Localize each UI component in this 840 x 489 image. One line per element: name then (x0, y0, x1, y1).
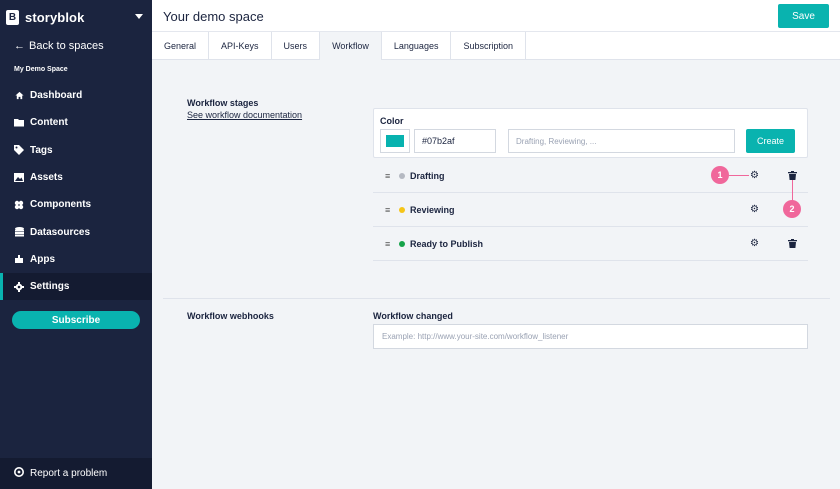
brand[interactable]: B storyblok (0, 0, 152, 34)
stage-row[interactable]: ≡ Drafting ⚙ (373, 159, 808, 193)
image-icon (14, 173, 24, 183)
marker-connector (729, 175, 749, 176)
section-divider (163, 298, 830, 299)
stage-name: Ready to Publish (410, 238, 484, 249)
tab-workflow[interactable]: Workflow (320, 32, 382, 60)
trash-icon[interactable] (788, 171, 797, 180)
folder-icon (14, 118, 24, 128)
components-icon (14, 200, 24, 210)
workflow-stages-title: Workflow stages (187, 98, 259, 108)
sidebar-item-tags[interactable]: Tags (0, 137, 152, 164)
webhook-url-input[interactable] (373, 324, 808, 349)
sidebar-item-datasources[interactable]: Datasources (0, 218, 152, 245)
workflow-documentation-link[interactable]: See workflow documentation (187, 110, 302, 120)
marker-connector (792, 180, 793, 201)
color-picker[interactable] (380, 129, 410, 153)
gear-icon[interactable]: ⚙ (750, 204, 759, 215)
header: Your demo space Save (152, 0, 840, 32)
report-label: Report a problem (30, 468, 108, 479)
create-button[interactable]: Create (746, 129, 795, 153)
apps-icon (14, 254, 24, 264)
home-icon (14, 91, 24, 101)
stage-color-dot (399, 172, 405, 179)
help-circle-icon (14, 467, 24, 480)
settings-tabs: General API-Keys Users Workflow Language… (152, 32, 840, 60)
stage-color-dot (399, 240, 405, 247)
tab-api-keys[interactable]: API-Keys (209, 32, 272, 60)
sidebar-item-label: Datasources (30, 226, 91, 238)
stage-row[interactable]: ≡ Ready to Publish ⚙ (373, 227, 808, 261)
sidebar: B storyblok ← Back to spaces My Demo Spa… (0, 0, 152, 489)
drag-handle-icon[interactable]: ≡ (385, 205, 390, 215)
color-hex-field[interactable]: #07b2af (414, 129, 496, 153)
tab-subscription[interactable]: Subscription (451, 32, 526, 60)
tab-general[interactable]: General (152, 32, 210, 60)
tab-users[interactable]: Users (272, 32, 321, 60)
chevron-down-icon[interactable] (135, 14, 143, 19)
trash-icon[interactable] (788, 239, 797, 248)
new-stage-card: Color #07b2af Create (373, 108, 808, 158)
space-name: My Demo Space (14, 66, 68, 73)
callout-marker: 2 (783, 200, 801, 218)
database-icon (14, 227, 24, 237)
gear-icon (14, 281, 24, 292)
sidebar-item-label: Components (30, 199, 92, 211)
page-title: Your demo space (163, 9, 264, 24)
drag-handle-icon[interactable]: ≡ (385, 239, 390, 249)
subscribe-button[interactable]: Subscribe (12, 311, 140, 329)
back-label: Back to spaces (29, 40, 104, 52)
color-swatch (386, 135, 404, 147)
sidebar-item-content[interactable]: Content (0, 109, 152, 136)
sidebar-item-components[interactable]: Components (0, 191, 152, 218)
workflow-changed-label: Workflow changed (373, 311, 453, 321)
stage-name-input[interactable] (508, 129, 735, 153)
sidebar-item-label: Tags (30, 144, 53, 156)
gear-icon[interactable]: ⚙ (750, 238, 759, 249)
brand-name: storyblok (25, 9, 85, 25)
sidebar-item-label: Dashboard (30, 90, 83, 102)
workflow-webhooks-title: Workflow webhooks (187, 311, 274, 321)
save-button[interactable]: Save (778, 4, 829, 28)
sidebar-nav: Dashboard Content Tags Assets Components (0, 82, 152, 301)
arrow-left-icon: ← (14, 40, 25, 52)
callout-marker: 1 (711, 166, 729, 184)
sidebar-item-label: Settings (30, 281, 70, 293)
sidebar-item-assets[interactable]: Assets (0, 164, 152, 191)
sidebar-item-label: Content (30, 117, 68, 129)
storyblok-logo-icon: B (6, 9, 19, 25)
sidebar-item-label: Assets (30, 172, 63, 184)
sidebar-item-label: Apps (30, 253, 55, 265)
color-label: Color (380, 116, 404, 126)
stage-name: Drafting (410, 170, 445, 181)
sidebar-item-apps[interactable]: Apps (0, 246, 152, 273)
back-to-spaces-link[interactable]: ← Back to spaces (14, 40, 104, 52)
stage-name: Reviewing (410, 204, 455, 215)
stage-color-dot (399, 206, 405, 213)
drag-handle-icon[interactable]: ≡ (385, 171, 390, 181)
tab-languages[interactable]: Languages (382, 32, 452, 60)
stage-row[interactable]: ≡ Reviewing ⚙ (373, 193, 808, 227)
report-problem-link[interactable]: Report a problem (0, 458, 152, 489)
gear-icon[interactable]: ⚙ (750, 170, 759, 181)
sidebar-item-dashboard[interactable]: Dashboard (0, 82, 152, 109)
sidebar-item-settings[interactable]: Settings (0, 273, 152, 301)
tag-icon (14, 145, 24, 156)
